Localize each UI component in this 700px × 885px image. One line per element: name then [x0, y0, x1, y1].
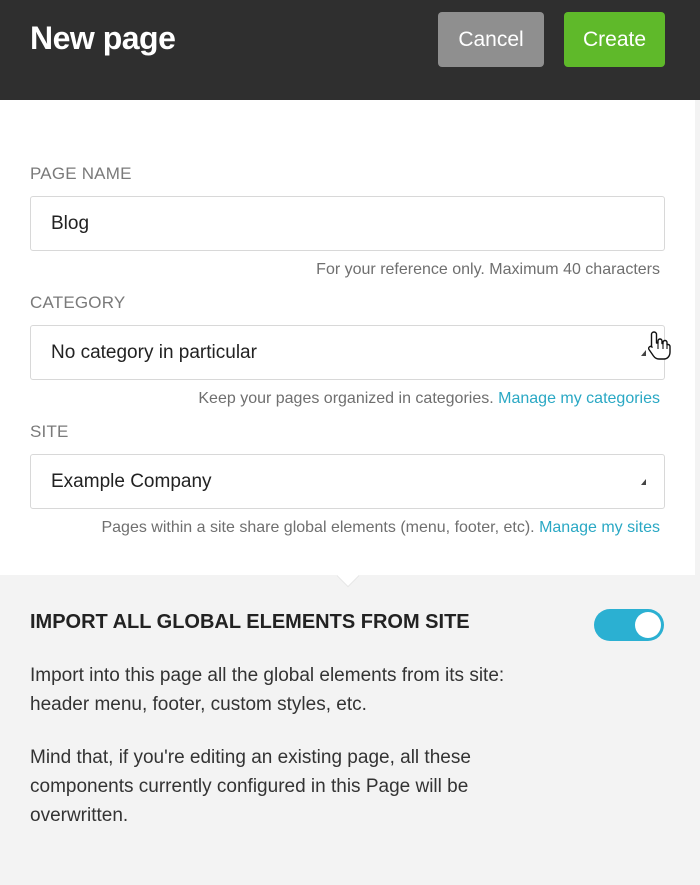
- category-selected-value: No category in particular: [51, 341, 257, 363]
- site-help: Pages within a site share global element…: [101, 519, 660, 537]
- page-name-label: PAGE NAME: [30, 164, 132, 183]
- import-global-elements-toggle[interactable]: [594, 609, 664, 641]
- category-select[interactable]: No category in particular: [30, 325, 665, 380]
- create-button[interactable]: Create: [564, 12, 665, 67]
- page-name-help: For your reference only. Maximum 40 char…: [316, 261, 660, 278]
- hand-pointer-icon: [647, 331, 671, 360]
- modal-header: New page Cancel Create: [0, 0, 700, 100]
- category-label: CATEGORY: [30, 293, 126, 312]
- import-section-title: IMPORT ALL GLOBAL ELEMENTS FROM SITE: [30, 611, 470, 633]
- manage-sites-link[interactable]: Manage my sites: [539, 519, 660, 536]
- category-help-text: Keep your pages organized in categories.: [198, 390, 494, 407]
- page-name-value: Blog: [51, 212, 90, 234]
- site-label: SITE: [30, 422, 69, 441]
- caret-down-icon: [641, 479, 646, 485]
- category-help: Keep your pages organized in categories.…: [198, 390, 660, 408]
- page-form: PAGE NAME Blog For your reference only. …: [0, 100, 695, 575]
- page-title: New page: [30, 20, 176, 56]
- site-help-text: Pages within a site share global element…: [101, 519, 535, 536]
- site-selected-value: Example Company: [51, 470, 212, 492]
- import-warning: Mind that, if you're editing an existing…: [30, 747, 471, 826]
- manage-categories-link[interactable]: Manage my categories: [498, 390, 660, 407]
- import-description: Import into this page all the global ele…: [30, 665, 505, 715]
- toggle-knob: [635, 612, 661, 638]
- site-select[interactable]: Example Company: [30, 454, 665, 509]
- page-name-input[interactable]: Blog: [30, 196, 665, 251]
- cancel-button[interactable]: Cancel: [438, 12, 544, 67]
